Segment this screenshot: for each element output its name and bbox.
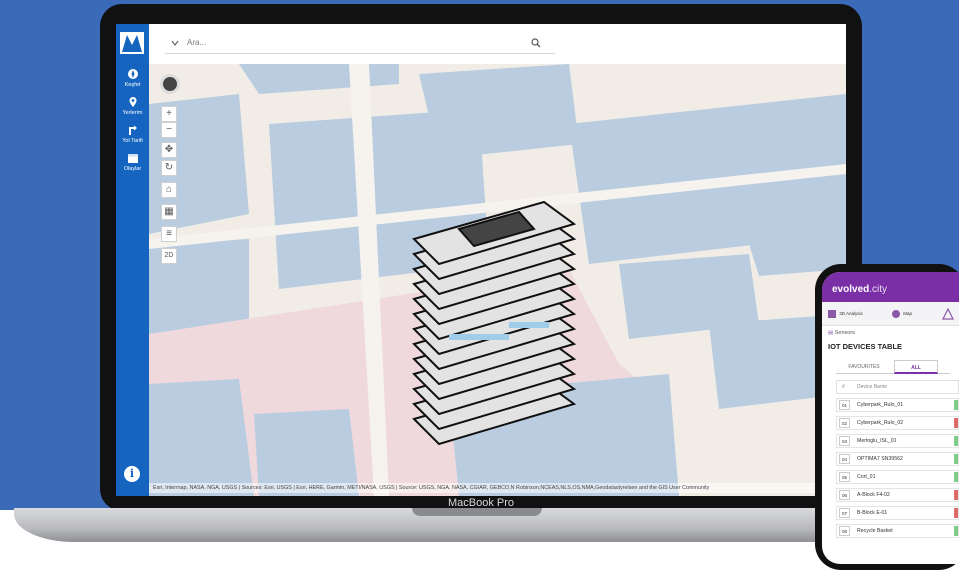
building-icon (828, 309, 836, 318)
sidebar-item-label: Keşfet (124, 82, 141, 88)
table-row[interactable]: 06 A-Block F4-02 (836, 488, 959, 502)
sensors-section[interactable]: ▤ Sensors (828, 330, 855, 336)
map-button[interactable]: Map (892, 306, 912, 322)
view-2d-button[interactable]: 2D (161, 248, 177, 264)
laptop-screen: Ara... Keşfet Yerlerim Yol Tarifi Olayla… (116, 24, 846, 496)
status-indicator (954, 400, 958, 410)
search-bar[interactable]: Ara... (165, 34, 555, 54)
compass-icon (127, 69, 138, 79)
route-icon (128, 125, 137, 135)
layers-button[interactable]: ≡ (161, 226, 177, 242)
table-tabs: FAVOURITES ALL (836, 360, 950, 374)
phone-header: evolved.city (822, 272, 959, 302)
status-indicator (954, 490, 958, 500)
pin-icon (129, 97, 136, 107)
laptop-model-label: MacBook Pro (447, 497, 515, 509)
sidebar-item-kesfet[interactable]: Keşfet (116, 68, 149, 89)
tab-all[interactable]: ALL (894, 360, 938, 374)
table-row[interactable]: 03 Mertoglu_ISL_01 (836, 434, 959, 448)
app-logo (120, 32, 144, 54)
search-input[interactable]: Ara... (187, 38, 206, 47)
map-view[interactable] (149, 64, 846, 496)
status-indicator (954, 508, 958, 518)
status-indicator (954, 436, 958, 446)
sidebar: Keşfet Yerlerim Yol Tarifi Olaylar i (116, 24, 149, 496)
table-row[interactable]: 02 Cyberpark_Rulo_02 (836, 416, 959, 430)
basemap-button[interactable]: ▦ (161, 204, 177, 220)
top-bar: Ara... (149, 24, 846, 64)
table-row[interactable]: 01 Cyberpark_Rulo_01 (836, 398, 959, 412)
info-button[interactable]: i (124, 466, 140, 482)
map-attribution: Esri, Intermap, NASA, NGA, USGS | Source… (149, 483, 846, 493)
status-indicator (954, 526, 958, 536)
search-icon[interactable] (531, 38, 541, 48)
3d-analysis-button[interactable]: 3D Analysis (828, 306, 863, 322)
chevron-down-icon[interactable] (171, 39, 179, 47)
status-indicator (954, 418, 958, 428)
status-indicator (954, 454, 958, 464)
sidebar-item-yerlerim[interactable]: Yerlerim (116, 96, 149, 117)
rotate-button[interactable]: ↻ (161, 160, 177, 176)
sidebar-item-label: Yol Tarifi (122, 138, 143, 144)
status-indicator (954, 472, 958, 482)
building-3d-model (412, 200, 577, 446)
phone-screen: evolved.city 3D Analysis Map ▤ Sensors I… (822, 272, 959, 564)
home-button[interactable]: ⌂ (161, 182, 177, 198)
sensors-icon: ▤ (828, 330, 834, 336)
tab-favourites[interactable]: FAVOURITES (836, 360, 892, 374)
pan-button[interactable]: ✥ (161, 142, 177, 158)
brand-logo: evolved.city (832, 284, 888, 295)
calendar-icon (127, 154, 138, 163)
sidebar-item-olaylar[interactable]: Olaylar (116, 152, 149, 173)
sidebar-item-yol-tarifi[interactable]: Yol Tarifi (116, 124, 149, 145)
table-row[interactable]: 04 OPTIMA7 SN39562 (836, 452, 959, 466)
table-header: # Device Name (836, 380, 959, 394)
zoom-in-button[interactable]: + (161, 106, 177, 122)
warning-icon (942, 307, 954, 320)
table-title: IOT DEVICES TABLE (828, 342, 903, 351)
sidebar-item-label: Yerlerim (122, 110, 143, 116)
table-row[interactable]: 07 B-Block E-01 (836, 506, 959, 520)
table-row[interactable]: 05 Cort_01 (836, 470, 959, 484)
alert-button[interactable] (942, 306, 954, 322)
table-row[interactable]: 08 Recycle Basket (836, 524, 959, 538)
phone-toolbar: 3D Analysis Map (822, 302, 959, 326)
column-device-name[interactable]: Device Name (857, 381, 887, 393)
sidebar-item-label: Olaylar (123, 166, 142, 172)
person-icon (892, 309, 900, 318)
zoom-out-button[interactable]: − (161, 122, 177, 138)
map-compass-button[interactable] (160, 74, 180, 94)
